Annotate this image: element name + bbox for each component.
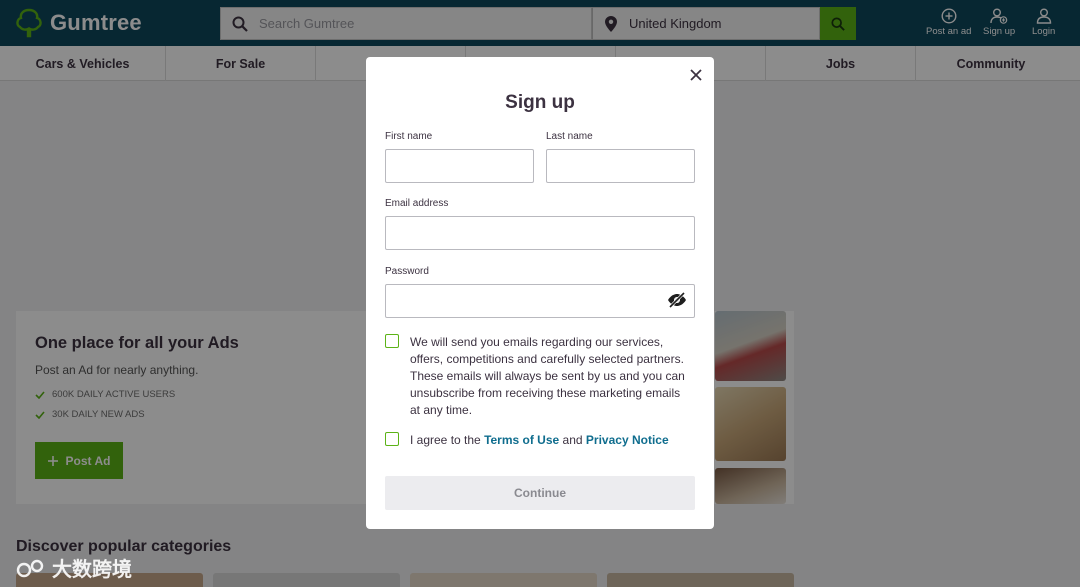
last-name-label: Last name	[546, 131, 593, 142]
password-field[interactable]	[385, 284, 695, 318]
first-name-label: First name	[385, 131, 433, 142]
terms-agree-text: I agree to the Terms of Use and Privacy …	[410, 433, 669, 447]
email-field[interactable]	[385, 216, 695, 250]
password-label: Password	[385, 266, 429, 277]
agree-prefix: I agree to the	[410, 433, 481, 447]
first-name-field[interactable]	[385, 149, 534, 183]
modal-title: Sign up	[505, 92, 575, 113]
email-label: Email address	[385, 198, 449, 209]
privacy-notice-link[interactable]: Privacy Notice	[586, 433, 669, 447]
continue-button[interactable]: Continue	[385, 476, 695, 510]
close-button[interactable]	[686, 65, 706, 85]
last-name-field[interactable]	[546, 149, 695, 183]
watermark-logo-icon	[16, 559, 44, 577]
marketing-consent-checkbox[interactable]	[385, 334, 399, 348]
watermark: 大数跨境	[16, 553, 132, 582]
signup-modal: Sign up First name Last name Email addre…	[366, 57, 714, 529]
eye-off-icon[interactable]	[667, 292, 687, 308]
terms-agree-checkbox[interactable]	[385, 432, 399, 446]
marketing-consent-text: We will send you emails regarding our se…	[410, 335, 685, 417]
terms-of-use-link[interactable]: Terms of Use	[484, 433, 559, 447]
agree-and: and	[562, 433, 583, 447]
close-icon	[690, 69, 702, 81]
watermark-text: 大数跨境	[52, 557, 132, 581]
